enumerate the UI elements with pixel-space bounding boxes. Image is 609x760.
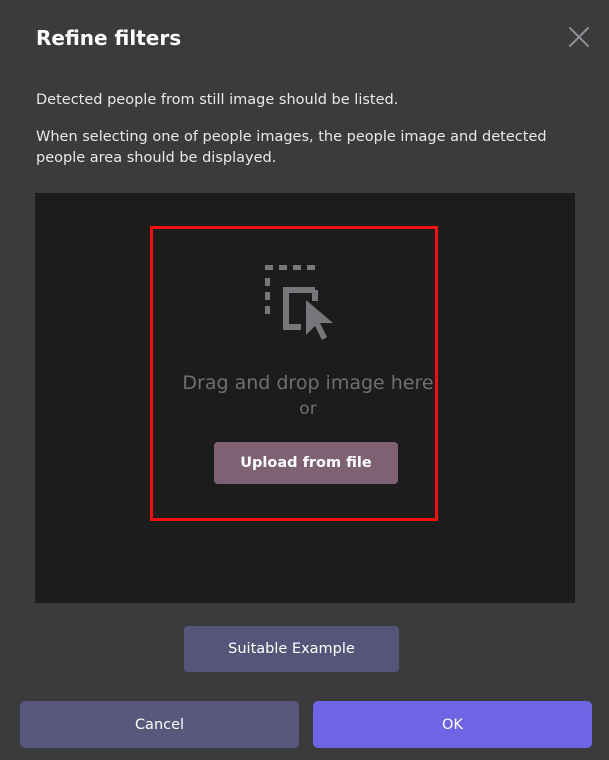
suitable-example-button[interactable]: Suitable Example — [184, 626, 399, 672]
close-icon — [569, 27, 589, 47]
drag-drop-text: Drag and drop image here — [182, 372, 434, 394]
or-text: or — [299, 399, 317, 419]
ok-button[interactable]: OK — [313, 701, 592, 748]
drag-drop-selection-icon — [265, 265, 333, 340]
dialog-description-listing: Detected people from still image should … — [36, 92, 399, 108]
image-drop-zone[interactable]: Drag and drop image here or Upload from … — [35, 193, 575, 603]
refine-filters-dialog: Refine filters Detected people from stil… — [12, 8, 606, 752]
dialog-description-selection: When selecting one of people images, the… — [36, 129, 547, 166]
dialog-title: Refine filters — [36, 26, 182, 50]
cancel-button[interactable]: Cancel — [20, 701, 299, 748]
upload-from-file-button[interactable]: Upload from file — [214, 442, 398, 484]
close-button[interactable] — [565, 23, 593, 51]
